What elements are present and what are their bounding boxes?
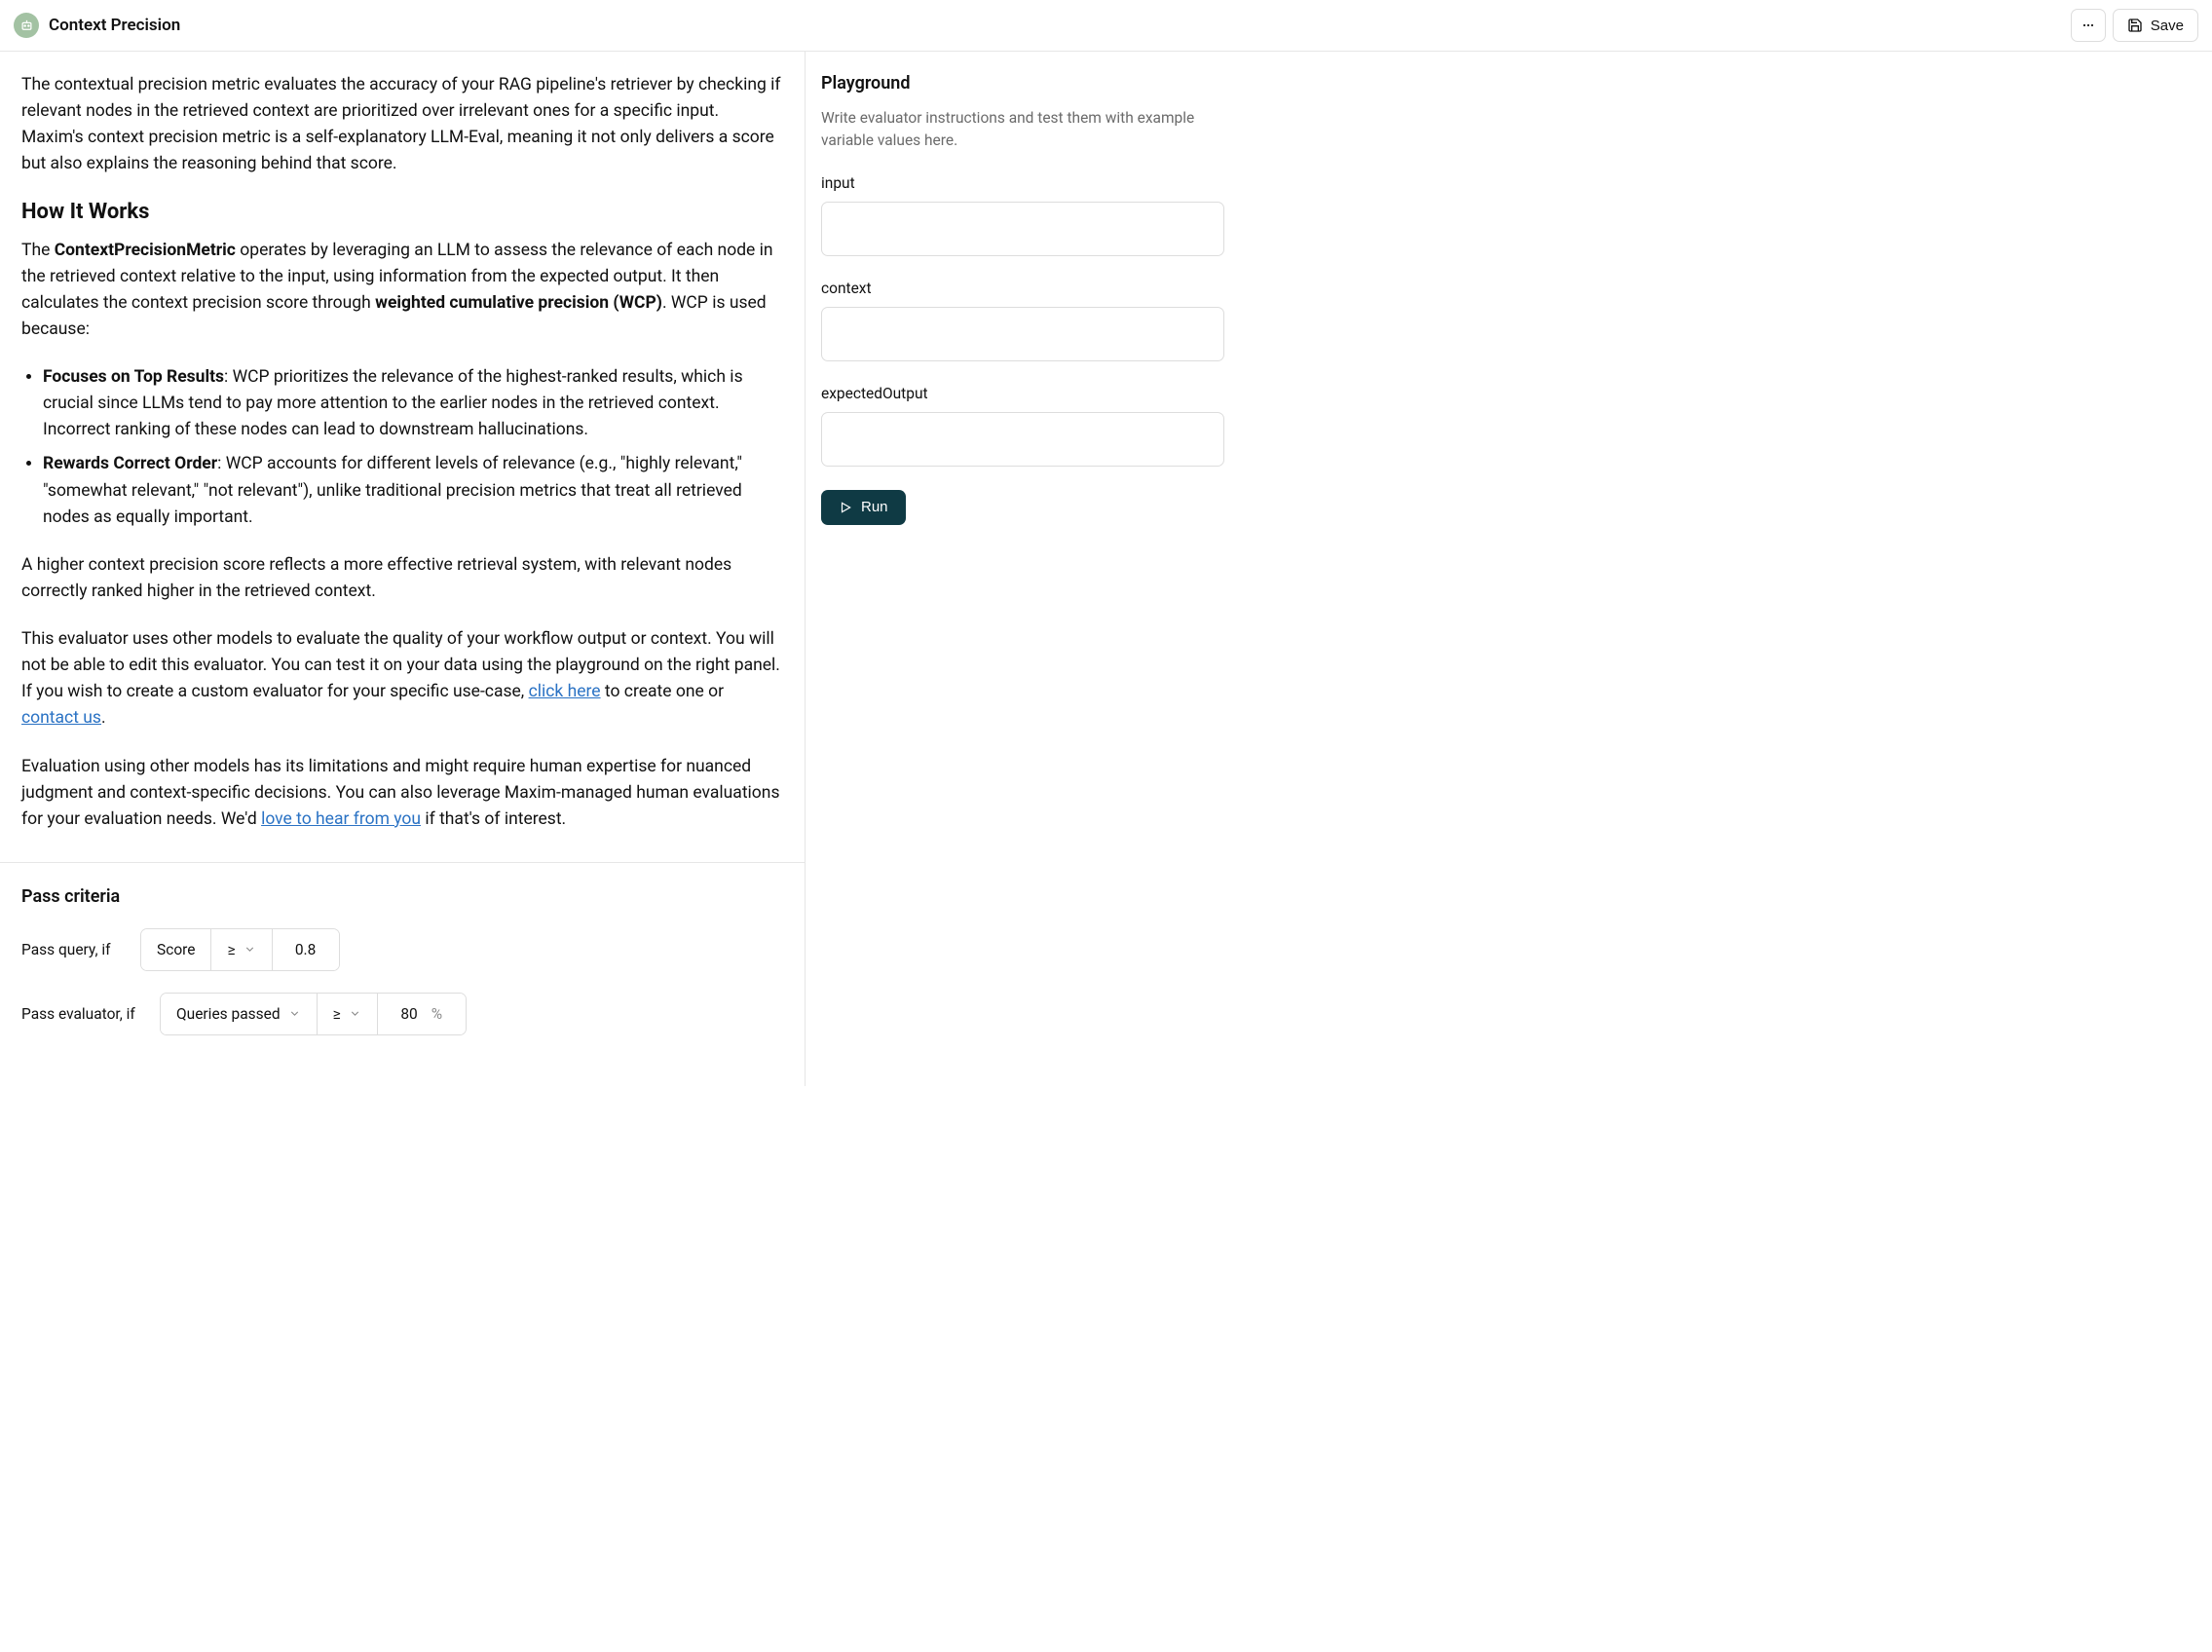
input-label: input — [821, 174, 1224, 192]
expected-output-label: expectedOutput — [821, 385, 1224, 402]
contact-us-link[interactable]: contact us — [21, 708, 101, 728]
pass-evaluator-operator-select[interactable]: ≥ — [318, 994, 378, 1034]
save-icon — [2127, 18, 2143, 33]
context-field[interactable] — [821, 307, 1224, 361]
pass-criteria-section: Pass criteria Pass query, if Score ≥ 0.8… — [0, 862, 805, 1086]
love-to-hear-link[interactable]: love to hear from you — [261, 809, 421, 829]
how-it-works-heading: How It Works — [21, 200, 783, 224]
playground-title: Playground — [821, 73, 1224, 94]
intro-text: The contextual precision metric evaluate… — [21, 72, 783, 178]
pass-evaluator-group: Queries passed ≥ 80 % — [160, 993, 467, 1035]
run-label: Run — [861, 499, 888, 515]
run-button[interactable]: Run — [821, 490, 906, 525]
save-button[interactable]: Save — [2113, 9, 2198, 42]
playground-panel: Playground Write evaluator instructions … — [806, 52, 1242, 1086]
limitations-paragraph: Evaluation using other models has its li… — [21, 754, 783, 833]
playground-desc: Write evaluator instructions and test th… — [821, 107, 1224, 153]
pass-query-operator-select[interactable]: ≥ — [211, 929, 272, 970]
header: Context Precision Save — [0, 0, 2212, 52]
input-field[interactable] — [821, 202, 1224, 256]
play-icon — [839, 501, 852, 514]
content: The contextual precision metric evaluate… — [0, 52, 805, 862]
main-column: The contextual precision metric evaluate… — [0, 52, 806, 1086]
pass-evaluator-row: Pass evaluator, if Queries passed ≥ 80 % — [21, 993, 783, 1035]
pass-evaluator-value[interactable]: 80 % — [378, 994, 466, 1034]
header-actions: Save — [2071, 9, 2198, 42]
chevron-down-icon — [349, 1007, 361, 1020]
chevron-down-icon — [244, 943, 256, 956]
click-here-link[interactable]: click here — [529, 682, 601, 701]
pass-criteria-heading: Pass criteria — [21, 886, 783, 907]
pass-query-label: Pass query, if — [21, 941, 119, 958]
pass-query-group: Score ≥ 0.8 — [140, 928, 340, 971]
header-left: Context Precision — [14, 13, 180, 38]
higher-score-paragraph: A higher context precision score reflect… — [21, 552, 783, 605]
page-title: Context Precision — [49, 16, 180, 35]
save-label: Save — [2151, 18, 2184, 34]
logo-icon — [14, 13, 39, 38]
expected-output-field[interactable] — [821, 412, 1224, 467]
pass-query-value[interactable]: 0.8 — [273, 929, 339, 970]
how-paragraph-1: The ContextPrecisionMetric operates by l… — [21, 238, 783, 344]
evaluator-note-paragraph: This evaluator uses other models to eval… — [21, 626, 783, 732]
body: The contextual precision metric evaluate… — [0, 52, 2212, 1086]
more-icon — [2081, 18, 2096, 33]
chevron-down-icon — [288, 1007, 301, 1020]
pass-query-metric: Score — [141, 929, 211, 970]
pass-query-row: Pass query, if Score ≥ 0.8 — [21, 928, 783, 971]
bullet-focus-top: Focuses on Top Results: WCP prioritizes … — [43, 364, 783, 443]
pass-evaluator-label: Pass evaluator, if — [21, 1005, 138, 1023]
more-button[interactable] — [2071, 9, 2106, 42]
bullet-rewards-order: Rewards Correct Order: WCP accounts for … — [43, 451, 783, 530]
wcp-bullets: Focuses on Top Results: WCP prioritizes … — [21, 364, 783, 531]
pass-evaluator-metric-select[interactable]: Queries passed — [161, 994, 318, 1034]
context-label: context — [821, 280, 1224, 297]
